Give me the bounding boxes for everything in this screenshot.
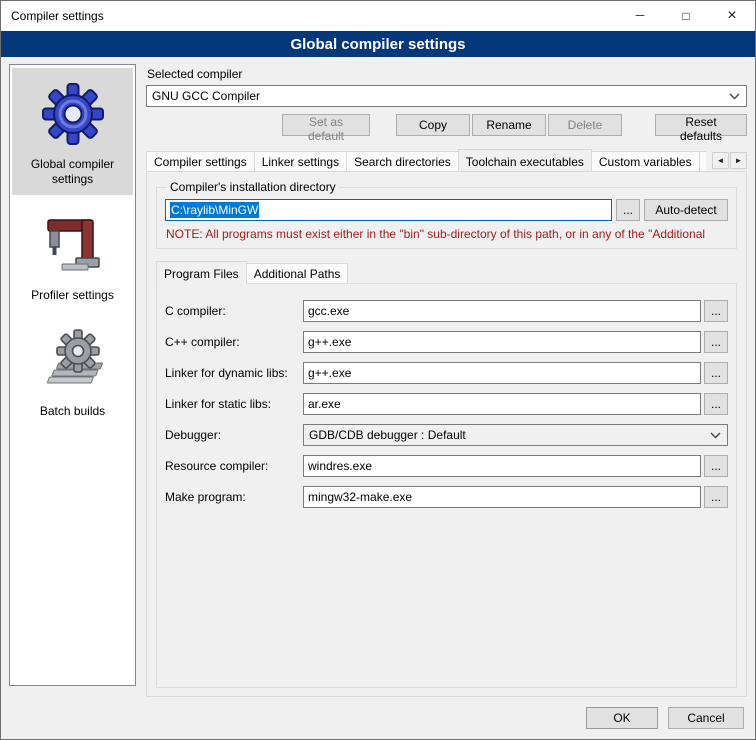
form-row: C compiler: ... xyxy=(165,300,728,322)
form-row: C++ compiler: ... xyxy=(165,331,728,353)
form-row: Linker for static libs: ... xyxy=(165,393,728,415)
install-dir-input[interactable]: C:\raylib\MinGW xyxy=(165,199,612,221)
sidebar-item-label: Profiler settings xyxy=(31,288,114,303)
autodetect-button[interactable]: Auto-detect xyxy=(644,199,728,221)
make-program-label: Make program: xyxy=(165,490,303,504)
dialog-header-title: Global compiler settings xyxy=(290,36,465,53)
minimize-button[interactable]: ─ xyxy=(617,1,663,31)
batch-builds-gears-icon xyxy=(37,325,109,397)
toolchain-executables-page: Compiler's installation directory C:\ray… xyxy=(146,171,747,697)
debugger-select[interactable]: GDB/CDB debugger : Default xyxy=(303,424,728,446)
c-compiler-label: C compiler: xyxy=(165,304,303,318)
c-compiler-input[interactable] xyxy=(303,300,701,322)
installation-directory-legend: Compiler's installation directory xyxy=(167,180,339,194)
tab-compiler-settings[interactable]: Compiler settings xyxy=(146,151,255,171)
delete-button: Delete xyxy=(548,114,622,136)
install-dir-browse-button[interactable]: ... xyxy=(616,199,640,221)
tab-scroll-left-icon[interactable]: ◄ xyxy=(712,152,729,169)
chevron-down-icon xyxy=(710,432,721,439)
main-panel: Selected compiler GNU GCC Compiler Set a… xyxy=(146,64,747,697)
reset-defaults-button[interactable]: Reset defaults xyxy=(655,114,747,136)
settings-category-list: Global compiler settings Profiler settin… xyxy=(9,64,136,686)
tab-custom-variables[interactable]: Custom variables xyxy=(591,151,700,171)
bin-subdirectory-note: NOTE: All programs must exist either in … xyxy=(166,227,728,241)
dialog-body: Global compiler settings Profiler settin… xyxy=(1,57,755,697)
sidebar-item-profiler-settings[interactable]: Profiler settings xyxy=(12,199,133,311)
form-row: Make program: ... xyxy=(165,486,728,508)
resource-compiler-input[interactable] xyxy=(303,455,701,477)
make-program-browse-button[interactable]: ... xyxy=(704,486,728,508)
cancel-button[interactable]: Cancel xyxy=(668,707,744,729)
tab-program-files[interactable]: Program Files xyxy=(156,261,247,284)
tab-search-directories[interactable]: Search directories xyxy=(346,151,459,171)
installation-directory-row: C:\raylib\MinGW ... Auto-detect xyxy=(165,199,728,221)
debugger-label: Debugger: xyxy=(165,428,303,442)
form-row: Linker for dynamic libs: ... xyxy=(165,362,728,384)
compiler-settings-window: Compiler settings ─ □ × Global compiler … xyxy=(0,0,756,740)
sidebar-item-label: Global compiler settings xyxy=(14,157,131,187)
make-program-input[interactable] xyxy=(303,486,701,508)
dynamic-linker-browse-button[interactable]: ... xyxy=(704,362,728,384)
close-icon: × xyxy=(727,7,736,25)
caption-buttons: ─ □ × xyxy=(617,1,755,31)
gear-icon xyxy=(37,78,109,150)
sidebar-item-label: Batch builds xyxy=(40,404,105,419)
c-compiler-browse-button[interactable]: ... xyxy=(704,300,728,322)
tab-linker-settings[interactable]: Linker settings xyxy=(254,151,347,171)
titlebar: Compiler settings ─ □ × xyxy=(1,1,755,31)
cpp-compiler-browse-button[interactable]: ... xyxy=(704,331,728,353)
set-as-default-button: Set as default xyxy=(282,114,370,136)
resource-compiler-browse-button[interactable]: ... xyxy=(704,455,728,477)
copy-button[interactable]: Copy xyxy=(396,114,470,136)
installation-directory-group: Compiler's installation directory C:\ray… xyxy=(156,180,737,249)
dialog-footer: OK Cancel xyxy=(1,697,755,739)
resource-compiler-label: Resource compiler: xyxy=(165,459,303,473)
form-row: Debugger: GDB/CDB debugger : Default xyxy=(165,424,728,446)
sidebar-item-global-compiler-settings[interactable]: Global compiler settings xyxy=(12,68,133,195)
dynamic-linker-input[interactable] xyxy=(303,362,701,384)
dialog-header: Global compiler settings xyxy=(1,31,755,57)
tab-build-options[interactable]: Buil xyxy=(699,151,706,171)
cpp-compiler-input[interactable] xyxy=(303,331,701,353)
chevron-down-icon xyxy=(729,93,740,100)
cpp-compiler-label: C++ compiler: xyxy=(165,335,303,349)
install-dir-selected-text: C:\raylib\MinGW xyxy=(170,202,259,218)
static-linker-input[interactable] xyxy=(303,393,701,415)
static-linker-browse-button[interactable]: ... xyxy=(704,393,728,415)
tab-additional-paths[interactable]: Additional Paths xyxy=(246,263,349,283)
tab-scroll-buttons: ◄ ► xyxy=(711,152,747,169)
form-row: Resource compiler: ... xyxy=(165,455,728,477)
tab-toolchain-executables[interactable]: Toolchain executables xyxy=(458,149,592,171)
static-linker-label: Linker for static libs: xyxy=(165,397,303,411)
ok-button[interactable]: OK xyxy=(586,707,658,729)
window-title: Compiler settings xyxy=(11,9,104,23)
minimize-icon: ─ xyxy=(636,8,645,22)
maximize-icon: □ xyxy=(682,9,689,23)
tab-scroll-right-icon[interactable]: ► xyxy=(730,152,747,169)
dynamic-linker-label: Linker for dynamic libs: xyxy=(165,366,303,380)
selected-compiler-value: GNU GCC Compiler xyxy=(152,89,260,103)
close-button[interactable]: × xyxy=(709,1,755,31)
rename-button[interactable]: Rename xyxy=(472,114,546,136)
debugger-value: GDB/CDB debugger : Default xyxy=(309,428,466,442)
sidebar-item-batch-builds[interactable]: Batch builds xyxy=(12,315,133,427)
selected-compiler-combobox[interactable]: GNU GCC Compiler xyxy=(146,85,747,107)
selected-compiler-label: Selected compiler xyxy=(147,67,747,81)
programs-tabstrip: Program Files Additional Paths xyxy=(156,261,737,283)
settings-tabstrip: Compiler settings Linker settings Search… xyxy=(146,149,747,171)
maximize-button[interactable]: □ xyxy=(663,1,709,31)
program-files-page: C compiler: ... C++ compiler: ... Linker… xyxy=(156,283,737,688)
compiler-actions: Set as default Copy Rename Delete Reset … xyxy=(146,114,747,136)
profiler-tool-icon xyxy=(37,209,109,281)
settings-tabs: Compiler settings Linker settings Search… xyxy=(146,149,706,171)
